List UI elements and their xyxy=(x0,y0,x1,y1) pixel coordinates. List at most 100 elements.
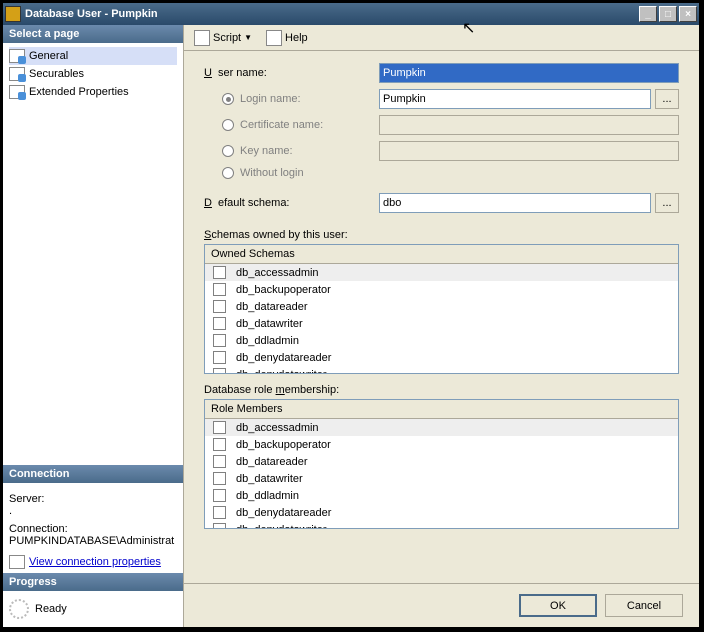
help-button[interactable]: Help xyxy=(262,28,312,48)
checkbox[interactable] xyxy=(213,300,226,313)
page-icon xyxy=(9,49,25,63)
role-membership-label: Database role membership: xyxy=(204,384,679,396)
page-icon xyxy=(9,85,25,99)
grid-cell: db_denydatareader xyxy=(236,507,331,519)
cancel-button[interactable]: Cancel xyxy=(605,594,683,617)
grid-cell: db_backupoperator xyxy=(236,439,331,451)
progress-spinner-icon xyxy=(9,599,29,619)
owned-schema-row[interactable]: db_denydatareader xyxy=(205,349,678,366)
checkbox[interactable] xyxy=(213,351,226,364)
main-panel: Script ▼ Help User name: Pumpkin Login n… xyxy=(183,25,699,627)
grid-cell: db_denydatareader xyxy=(236,352,331,364)
grid-cell: db_ddladmin xyxy=(236,490,299,502)
user-name-input[interactable]: Pumpkin xyxy=(379,63,679,83)
login-name-radio xyxy=(222,93,234,105)
checkbox[interactable] xyxy=(213,421,226,434)
checkbox[interactable] xyxy=(213,455,226,468)
role-member-row[interactable]: db_ddladmin xyxy=(205,487,678,504)
grid-cell: db_backupoperator xyxy=(236,284,331,296)
checkbox[interactable] xyxy=(213,523,226,528)
minimize-button[interactable]: _ xyxy=(639,6,657,22)
owned-schema-row[interactable]: db_datareader xyxy=(205,298,678,315)
owned-schemas-grid[interactable]: Owned Schemas db_accessadmin db_backupope… xyxy=(204,244,679,374)
connection-label: Connection: xyxy=(9,523,177,535)
grid-cell: db_datawriter xyxy=(236,473,303,485)
grid-cell: db_accessadmin xyxy=(236,267,319,279)
script-label: Script xyxy=(213,32,241,44)
grid-cell: db_datawriter xyxy=(236,318,303,330)
role-members-grid[interactable]: Role Members db_accessadmin db_backupoper… xyxy=(204,399,679,529)
certificate-name-label: Certificate name: xyxy=(240,119,323,131)
checkbox[interactable] xyxy=(213,438,226,451)
without-login-radio xyxy=(222,167,234,179)
connection-header: Connection xyxy=(3,465,183,483)
owned-schema-row[interactable]: db_backupoperator xyxy=(205,281,678,298)
owned-schema-row[interactable]: db_datawriter xyxy=(205,315,678,332)
role-member-row[interactable]: db_datawriter xyxy=(205,470,678,487)
role-member-row[interactable]: db_denydatawriter xyxy=(205,521,678,528)
role-member-row[interactable]: db_datareader xyxy=(205,453,678,470)
checkbox[interactable] xyxy=(213,266,226,279)
help-label: Help xyxy=(285,32,308,44)
page-label: General xyxy=(29,50,68,62)
server-label: Server: xyxy=(9,493,177,505)
default-schema-input[interactable]: dbo xyxy=(379,193,651,213)
script-button[interactable]: Script ▼ xyxy=(190,28,256,48)
checkbox[interactable] xyxy=(213,317,226,330)
window-title: Database User - Pumpkin xyxy=(25,8,639,20)
user-name-label: ser name: xyxy=(218,67,267,79)
progress-status: Ready xyxy=(35,603,67,615)
login-browse-button[interactable]: ... xyxy=(655,89,679,109)
owned-schemas-header[interactable]: Owned Schemas xyxy=(205,245,678,264)
close-button[interactable]: × xyxy=(679,6,697,22)
checkbox[interactable] xyxy=(213,368,226,373)
key-name-radio xyxy=(222,145,234,157)
view-connection-properties-link[interactable]: View connection properties xyxy=(29,556,161,568)
dialog-footer: OK Cancel xyxy=(184,583,699,627)
checkbox[interactable] xyxy=(213,283,226,296)
checkbox[interactable] xyxy=(213,506,226,519)
maximize-button[interactable]: □ xyxy=(659,6,677,22)
select-page-header: Select a page xyxy=(3,25,183,43)
connection-props-icon xyxy=(9,555,25,569)
dialog-window: Database User - Pumpkin _ □ × Select a p… xyxy=(2,2,700,628)
schemas-owned-label: Schemas owned by this user: xyxy=(204,229,679,241)
grid-cell: db_accessadmin xyxy=(236,422,319,434)
grid-cell: db_denydatawriter xyxy=(236,524,327,529)
key-name-label: Key name: xyxy=(240,145,293,157)
sidebar-page-securables[interactable]: Securables xyxy=(9,65,177,83)
schema-browse-button[interactable]: ... xyxy=(655,193,679,213)
owned-schema-row[interactable]: db_accessadmin xyxy=(205,264,678,281)
page-icon xyxy=(9,67,25,81)
grid-cell: db_denydatawriter xyxy=(236,369,327,374)
key-name-input xyxy=(379,141,679,161)
ok-button[interactable]: OK xyxy=(519,594,597,617)
connection-value: PUMPKINDATABASE\Administrat xyxy=(9,535,177,547)
role-members-header[interactable]: Role Members xyxy=(205,400,678,419)
checkbox[interactable] xyxy=(213,472,226,485)
checkbox[interactable] xyxy=(213,489,226,502)
sidebar-page-extended-properties[interactable]: Extended Properties xyxy=(9,83,177,101)
without-login-label: Without login xyxy=(240,167,304,179)
titlebar[interactable]: Database User - Pumpkin _ □ × xyxy=(3,3,699,25)
script-icon xyxy=(194,30,210,46)
role-member-row[interactable]: db_backupoperator xyxy=(205,436,678,453)
role-member-row[interactable]: db_denydatareader xyxy=(205,504,678,521)
checkbox[interactable] xyxy=(213,334,226,347)
page-label: Securables xyxy=(29,68,84,80)
default-schema-label: efault schema: xyxy=(218,197,290,209)
login-name-label: Login name: xyxy=(240,93,301,105)
grid-cell: db_ddladmin xyxy=(236,335,299,347)
app-icon xyxy=(5,6,21,22)
progress-header: Progress xyxy=(3,573,183,591)
toolbar: Script ▼ Help xyxy=(184,25,699,51)
certificate-name-radio xyxy=(222,119,234,131)
owned-schema-row[interactable]: db_ddladmin xyxy=(205,332,678,349)
owned-schema-row[interactable]: db_denydatawriter xyxy=(205,366,678,373)
login-name-input[interactable]: Pumpkin xyxy=(379,89,651,109)
chevron-down-icon: ▼ xyxy=(244,33,252,42)
role-member-row[interactable]: db_accessadmin xyxy=(205,419,678,436)
server-value: . xyxy=(9,505,177,517)
sidebar-page-general[interactable]: General xyxy=(9,47,177,65)
grid-cell: db_datareader xyxy=(236,456,308,468)
